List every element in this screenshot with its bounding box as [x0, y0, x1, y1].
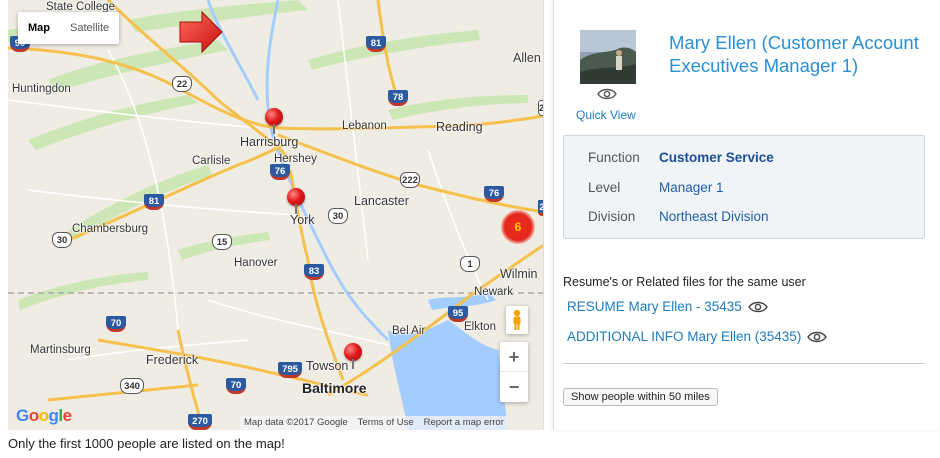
shield-us222: 222 — [400, 172, 420, 188]
label-harrisburg: Harrisburg — [240, 135, 299, 149]
quick-view-eye-icon[interactable] — [597, 88, 617, 100]
label-bel-air: Bel Air — [392, 325, 426, 337]
shield-us20: 20 — [538, 100, 543, 116]
label-baltimore: Baltimore — [302, 380, 367, 396]
info-key: Function — [588, 150, 640, 165]
label-chambersburg: Chambersburg — [72, 223, 149, 235]
label-allentown: Allen — [513, 51, 541, 65]
zoom-in-button[interactable]: + — [500, 342, 528, 372]
label-towson: Towson — [306, 359, 349, 373]
pegman-icon — [513, 309, 521, 330]
label-martinsburg: Martinsburg — [30, 344, 91, 356]
divider — [563, 363, 925, 364]
label-carlisle: Carlisle — [192, 155, 231, 167]
profile-photo[interactable] — [580, 30, 636, 84]
shield-i795: 795 — [278, 362, 302, 378]
label-wilmington: Wilmin — [500, 267, 538, 281]
related-files-label: Resume's or Related files for the same u… — [563, 275, 806, 289]
resume-file-link[interactable]: RESUME Mary Ellen - 35435 — [567, 299, 768, 314]
map-cluster-marker[interactable]: 6 — [501, 210, 535, 244]
shield-us15: 15 — [212, 234, 232, 250]
shield-i83: 83 — [304, 264, 324, 280]
zoom-control: + − — [500, 342, 528, 402]
map-type-control: Map Satellite — [18, 12, 120, 44]
label-york: York — [290, 213, 315, 227]
shield-us30b: 30 — [52, 232, 72, 248]
map[interactable]: State College Allen Huntingdon Harrisbur… — [8, 0, 544, 430]
label-hanover: Hanover — [234, 257, 278, 269]
map-data-credit: Map data ©2017 Google — [244, 417, 348, 428]
shield-us340: 340 — [120, 378, 144, 394]
info-value[interactable]: Northeast Division — [659, 209, 769, 224]
eye-icon[interactable] — [807, 331, 828, 343]
label-newark: Newark — [474, 286, 513, 298]
map-pin[interactable] — [265, 108, 283, 134]
info-value[interactable]: Customer Service — [659, 150, 774, 165]
report-map-error-link[interactable]: Report a map error — [424, 416, 504, 430]
shield-i2: 2 — [538, 200, 543, 216]
satellite-view-button[interactable]: Satellite — [60, 12, 119, 44]
profile-info-box: Function Customer Service Level Manager … — [563, 135, 925, 239]
label-frederick: Frederick — [146, 353, 199, 367]
profile-card: Quick View Mary Ellen (Customer Account … — [553, 0, 940, 430]
file-link-label[interactable]: RESUME Mary Ellen - 35435 — [567, 299, 742, 314]
label-elkton: Elkton — [464, 321, 496, 333]
zoom-out-button[interactable]: − — [500, 372, 528, 402]
label-reading: Reading — [436, 120, 483, 134]
profile-photo-image — [580, 30, 636, 84]
info-value[interactable]: Manager 1 — [659, 180, 724, 195]
street-view-pegman[interactable] — [506, 306, 528, 334]
shield-i70b: 70 — [226, 378, 246, 394]
red-arrow-icon — [179, 10, 223, 54]
terms-of-use-link[interactable]: Terms of Use — [358, 416, 414, 430]
map-view-button[interactable]: Map — [18, 12, 60, 44]
map-pin[interactable] — [344, 343, 362, 369]
label-lancaster: Lancaster — [354, 194, 409, 208]
shield-i95: 95 — [448, 306, 468, 322]
shield-us1: 1 — [460, 256, 480, 272]
map-attribution: Map data ©2017 Google Terms of Use Repor… — [240, 416, 508, 430]
shield-us22: 22 — [172, 76, 192, 92]
shield-i81b: 81 — [144, 194, 164, 210]
shield-i81: 81 — [366, 36, 386, 52]
info-key: Division — [588, 209, 636, 224]
info-key: Level — [588, 180, 621, 195]
file-link-label[interactable]: ADDITIONAL INFO Mary Ellen (35435) — [567, 329, 801, 344]
shield-i76b: 76 — [484, 186, 504, 202]
label-lebanon: Lebanon — [342, 120, 387, 132]
map-tiles — [8, 0, 543, 430]
quick-view-link[interactable]: Quick View — [576, 108, 636, 122]
additional-info-file-link[interactable]: ADDITIONAL INFO Mary Ellen (35435) — [567, 329, 828, 344]
shield-i76: 76 — [270, 164, 290, 180]
shield-i78: 78 — [388, 90, 408, 106]
map-limit-note: Only the first 1000 people are listed on… — [8, 436, 285, 451]
eye-icon[interactable] — [747, 301, 768, 313]
profile-name[interactable]: Mary Ellen (Customer Account Executives … — [669, 31, 929, 77]
shield-i70: 70 — [106, 316, 126, 332]
shield-us30: 30 — [328, 208, 348, 224]
show-people-nearby-button[interactable]: Show people within 50 miles — [563, 388, 718, 406]
google-logo: Google — [16, 406, 72, 425]
map-pin[interactable] — [287, 188, 305, 214]
label-huntingdon: Huntingdon — [12, 83, 71, 95]
shield-i270: 270 — [188, 414, 212, 430]
